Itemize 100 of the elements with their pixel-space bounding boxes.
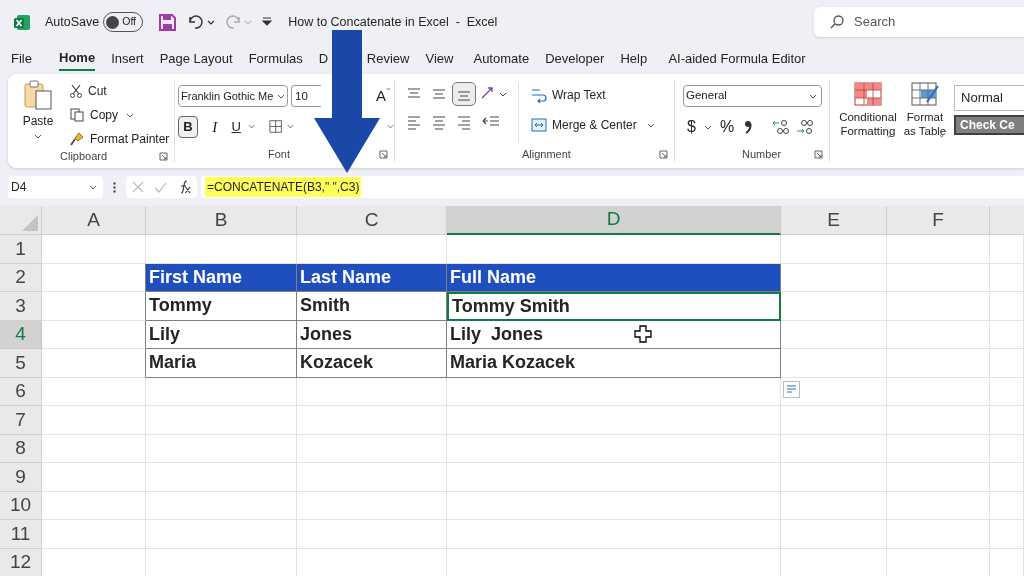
cell-style-item[interactable]: Normal bbox=[954, 85, 1024, 111]
group-label: Number bbox=[742, 146, 782, 162]
ribbon-tab[interactable]: Review bbox=[366, 47, 410, 71]
formula-input[interactable]: =CONCATENATE(B3," ",C3) bbox=[201, 176, 1024, 198]
bold-button[interactable]: B bbox=[178, 115, 198, 138]
ribbon-tab[interactable]: Formulas bbox=[248, 47, 303, 71]
conditional-formatting-button[interactable]: Conditional Formatting bbox=[836, 82, 900, 138]
grid-cell[interactable] bbox=[42, 292, 146, 321]
number-format-dropdown[interactable]: General bbox=[683, 85, 822, 107]
ribbon-tab[interactable]: View bbox=[425, 47, 454, 71]
row-header[interactable]: 3 bbox=[0, 292, 42, 321]
triangle-icon bbox=[22, 215, 38, 231]
table-cell: Maria bbox=[146, 349, 297, 378]
paste-button[interactable]: Paste bbox=[18, 80, 58, 148]
font-name-dropdown[interactable]: Franklin Gothic Me bbox=[178, 85, 288, 108]
caret-icon[interactable] bbox=[885, 134, 892, 138]
currency-button[interactable]: $ bbox=[687, 115, 696, 139]
column-header[interactable]: A bbox=[42, 206, 146, 235]
table-cell: Tommy bbox=[146, 292, 297, 321]
table-cell: Kozacek bbox=[297, 349, 447, 378]
search-field[interactable]: Search bbox=[814, 7, 1024, 37]
ribbon-tab[interactable]: Page Layout bbox=[159, 47, 233, 71]
dialog-launcher-icon[interactable] bbox=[659, 149, 668, 159]
customize-toolbar-icon[interactable] bbox=[262, 17, 273, 27]
group-label: Clipboard bbox=[60, 148, 108, 164]
percent-button[interactable]: % bbox=[719, 115, 735, 139]
format-painter-button[interactable]: Format Painter bbox=[70, 130, 170, 148]
comma-style-icon[interactable] bbox=[744, 120, 753, 134]
table-header-cell: Last Name bbox=[297, 263, 447, 292]
table-header-cell: First Name bbox=[146, 263, 297, 292]
ribbon-tab[interactable]: Insert bbox=[111, 47, 144, 71]
scissors-icon bbox=[70, 84, 82, 98]
bottom-align-icon[interactable] bbox=[453, 83, 475, 105]
row-header[interactable]: 11 bbox=[0, 520, 42, 549]
ribbon-tab[interactable]: Automate bbox=[473, 47, 530, 71]
autosave-label: AutoSave bbox=[45, 13, 100, 31]
clipboard-icon bbox=[23, 80, 53, 110]
increase-decimal-icon[interactable] bbox=[772, 119, 791, 135]
format-as-table-button[interactable]: Format as Table bbox=[899, 82, 951, 138]
ribbon-tab[interactable]: Help bbox=[620, 47, 648, 71]
wrap-text-button[interactable]: Wrap Text bbox=[531, 85, 655, 105]
group-label: Font bbox=[268, 146, 290, 162]
column-header[interactable]: C bbox=[297, 206, 447, 235]
dialog-launcher-icon[interactable] bbox=[159, 151, 168, 161]
caret-icon[interactable] bbox=[703, 124, 712, 130]
dialog-launcher-icon[interactable] bbox=[379, 149, 388, 159]
ribbon-tab[interactable]: Home bbox=[59, 47, 96, 71]
caret-icon bbox=[386, 87, 391, 91]
column-header[interactable]: E bbox=[781, 206, 887, 235]
redo-icon[interactable] bbox=[224, 14, 253, 30]
formula-text: =CONCATENATE(B3," ",C3) bbox=[205, 177, 362, 197]
row-header[interactable]: 9 bbox=[0, 463, 42, 492]
cell-style-item[interactable]: Check Ce bbox=[954, 115, 1024, 135]
cancel-icon[interactable] bbox=[132, 181, 144, 193]
row-header[interactable]: 1 bbox=[0, 235, 42, 264]
decrease-font-size-button[interactable]: A bbox=[376, 85, 391, 108]
ribbon-tab[interactable]: D bbox=[318, 47, 329, 71]
dialog-launcher-icon[interactable] bbox=[814, 149, 823, 159]
italic-button[interactable]: I bbox=[207, 115, 222, 138]
undo-icon[interactable] bbox=[186, 14, 215, 30]
caret-icon[interactable] bbox=[646, 122, 655, 128]
merge-center-button[interactable]: Merge & Center bbox=[531, 115, 637, 135]
decrease-decimal-icon[interactable] bbox=[796, 119, 815, 135]
paintbrush-icon bbox=[70, 132, 84, 146]
underline-button[interactable]: U bbox=[229, 117, 243, 137]
copy-icon bbox=[70, 108, 84, 122]
caret-icon[interactable] bbox=[126, 112, 134, 118]
caret-icon[interactable] bbox=[938, 134, 944, 138]
ribbon-tab[interactable]: Developer bbox=[545, 47, 605, 71]
confirm-icon[interactable] bbox=[154, 181, 167, 193]
font-size-field[interactable]: 10 bbox=[291, 85, 321, 108]
row-header[interactable]: 10 bbox=[0, 491, 42, 520]
borders-icon[interactable] bbox=[269, 119, 283, 135]
ribbon-tab[interactable]: File bbox=[11, 47, 32, 71]
more-options-icon[interactable] bbox=[113, 181, 116, 193]
table-cell: Lily bbox=[146, 320, 297, 349]
row-header[interactable]: 2 bbox=[0, 263, 42, 292]
grid-cell[interactable] bbox=[42, 349, 146, 378]
wrap-text-icon bbox=[531, 87, 547, 103]
row-header[interactable]: 12 bbox=[0, 548, 42, 576]
grid-cell[interactable] bbox=[42, 320, 146, 349]
table-cell: Smith bbox=[297, 292, 447, 321]
select-all-corner[interactable] bbox=[0, 206, 42, 235]
quick-analysis-icon[interactable] bbox=[783, 380, 800, 398]
caret-icon bbox=[809, 93, 817, 99]
copy-button[interactable]: Copy bbox=[70, 106, 118, 124]
row-header[interactable]: 8 bbox=[0, 434, 42, 463]
row-header[interactable]: 5 bbox=[0, 349, 42, 378]
row-header[interactable]: 7 bbox=[0, 406, 42, 435]
ribbon-tab[interactable]: AI-aided Formula Editor bbox=[668, 47, 806, 71]
search-icon bbox=[830, 15, 844, 29]
column-header[interactable]: F bbox=[887, 206, 990, 235]
name-box[interactable]: D4 bbox=[8, 176, 103, 198]
save-icon[interactable] bbox=[159, 13, 177, 31]
column-header[interactable]: B bbox=[146, 206, 297, 235]
excel-logo-icon bbox=[14, 13, 31, 31]
cut-button[interactable]: Cut bbox=[70, 82, 170, 100]
column-header[interactable] bbox=[990, 206, 1024, 235]
row-header[interactable]: 6 bbox=[0, 377, 42, 406]
format-as-table-icon bbox=[910, 82, 939, 106]
